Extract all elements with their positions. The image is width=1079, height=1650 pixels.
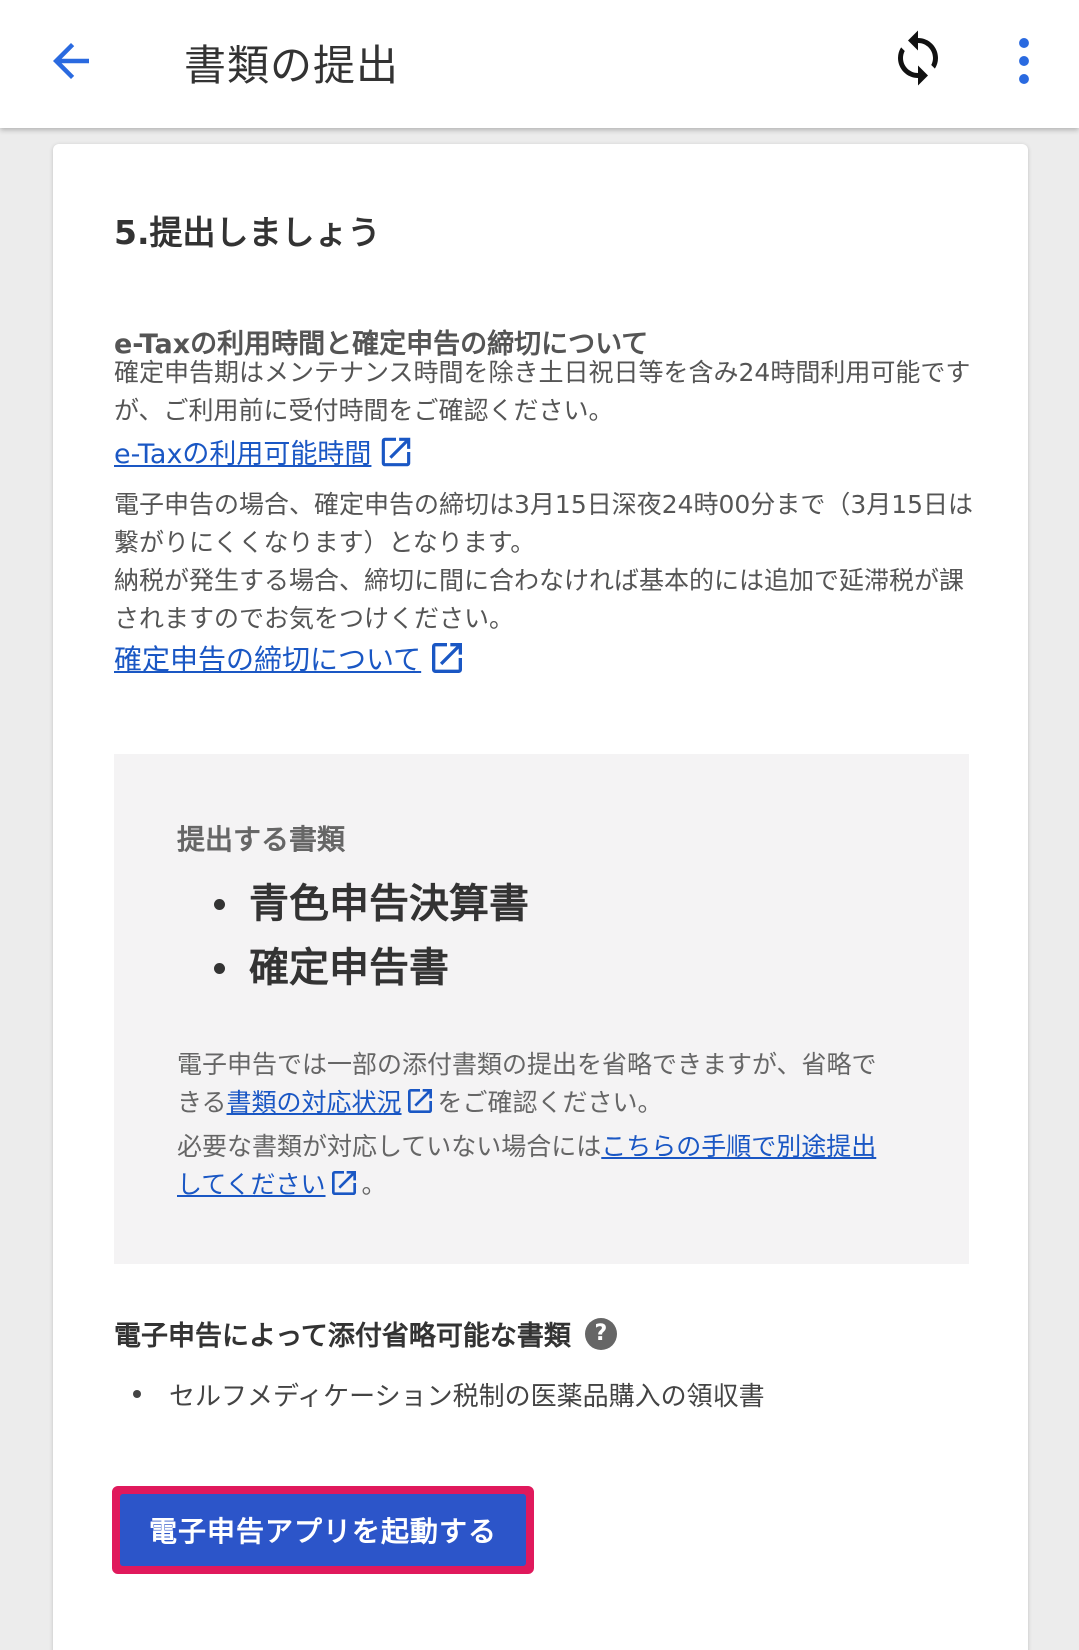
external-link-icon <box>404 1085 436 1128</box>
documents-box: 提出する書類 青色申告決算書 確定申告書 電子申告では一部の添付書類の提出を省略… <box>114 754 969 1264</box>
note-text: をご確認ください。 <box>437 1088 663 1117</box>
document-status-link[interactable]: 書類の対応状況 <box>227 1088 402 1117</box>
note-text: 必要な書類が対応していない場合には <box>177 1132 602 1161</box>
documents-heading: 提出する書類 <box>177 823 346 856</box>
document-item-label: 確定申告書 <box>249 945 449 991</box>
omit-list: セルフメディケーション税制の医薬品購入の領収書 <box>133 1374 765 1414</box>
deadline-link[interactable]: 確定申告の締切について <box>114 638 467 678</box>
external-link-icon <box>377 433 415 471</box>
omit-heading: 電子申告によって添付省略可能な書類 ? <box>114 1314 617 1353</box>
page-title: 書類の提出 <box>184 41 400 90</box>
back-button[interactable] <box>44 34 98 88</box>
list-item: セルフメディケーション税制の医薬品購入の領収書 <box>133 1374 765 1414</box>
deadline-link-label: 確定申告の締切について <box>114 643 422 676</box>
external-link-icon <box>427 638 467 678</box>
deadline-text-1: 電子申告の場合、確定申告の締切は3月15日深夜24時00分まで（3月15日は繋が… <box>114 490 974 557</box>
etax-hours-link-label: e-Taxの利用可能時間 <box>114 439 372 470</box>
documents-list: 青色申告決算書 確定申告書 <box>214 872 529 1000</box>
submission-card: 5.提出しましょう e-Taxの利用時間と確定申告の締切について 確定申告期はメ… <box>53 144 1028 1650</box>
launch-etax-app-button[interactable]: 電子申告アプリを起動する <box>112 1486 534 1574</box>
help-circle-icon[interactable]: ? <box>584 1317 617 1350</box>
note-text: 。 <box>361 1170 387 1199</box>
arrow-left-icon <box>53 43 89 79</box>
list-item: 確定申告書 <box>214 936 529 1000</box>
more-options-button[interactable] <box>1004 34 1044 88</box>
more-vertical-icon <box>1019 38 1029 84</box>
sync-icon <box>898 30 938 86</box>
step-title: 5.提出しましょう <box>114 213 381 252</box>
etax-hours-link[interactable]: e-Taxの利用可能時間 <box>114 432 415 471</box>
document-item-label: 青色申告決算書 <box>249 881 529 927</box>
launch-etax-app-label: 電子申告アプリを起動する <box>120 1494 526 1566</box>
sync-button[interactable] <box>888 28 948 88</box>
omit-item-label: セルフメディケーション税制の医薬品購入の領収書 <box>169 1381 765 1412</box>
list-item: 青色申告決算書 <box>214 872 529 936</box>
omit-heading-label: 電子申告によって添付省略可能な書類 <box>114 1321 571 1352</box>
external-link-icon <box>328 1167 360 1210</box>
documents-note: 電子申告では一部の添付書類の提出を省略できますが、省略できる書類の対応状況 をご確… <box>177 1046 897 1210</box>
deadline-text-2: 納税が発生する場合、締切に間に合わなければ基本的には追加で延滞税が課されますので… <box>114 566 965 633</box>
etax-text: 確定申告期はメンテナンス時間を除き土日祝日等を含み24時間利用可能ですが、ご利用… <box>114 358 971 425</box>
app-bar: 書類の提出 <box>0 0 1079 128</box>
